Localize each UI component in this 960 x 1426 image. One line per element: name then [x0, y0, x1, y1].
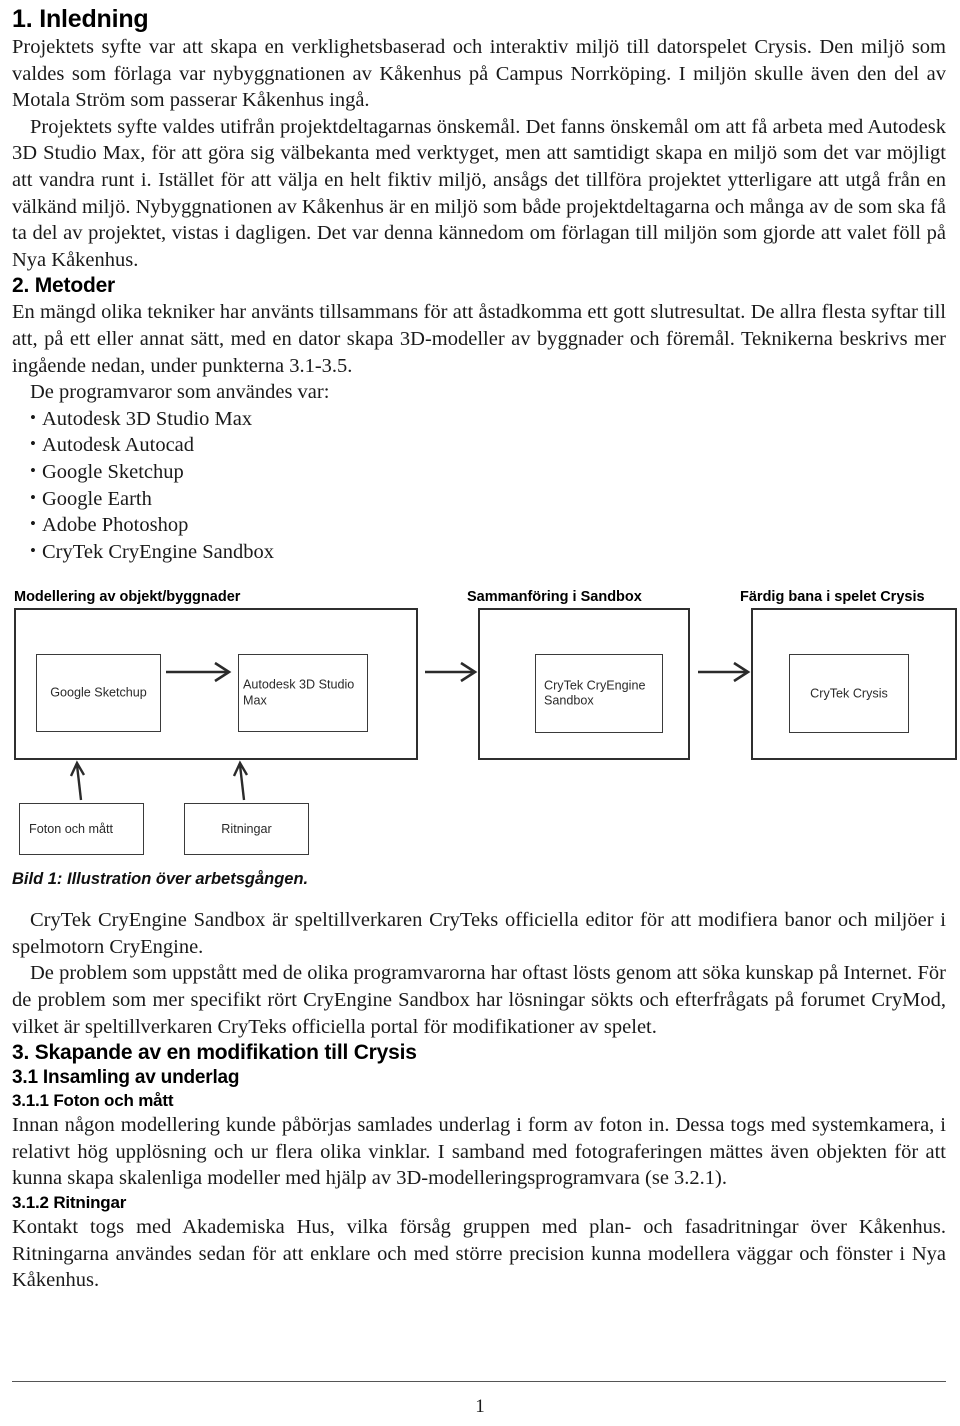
paragraph-metoder: En mängd olika tekniker har använts till… — [12, 301, 946, 377]
panel-label-modellering: Modellering av objekt/byggnader — [14, 589, 241, 606]
box-ritningar: Ritningar — [184, 803, 309, 856]
paragraph-sandbox-desc: CryTek CryEngine Sandbox är speltillverk… — [12, 909, 946, 958]
heading-inledning: 1. Inledning — [12, 5, 149, 33]
workflow-diagram: Modellering av objekt/byggnader Sammanfö… — [12, 589, 957, 867]
box-3ds-max: Autodesk 3D Studio Max — [238, 654, 368, 733]
heading-skapande: 3. Skapande av en modifikation till Crys… — [12, 1041, 417, 1065]
footer-divider — [12, 1381, 946, 1382]
program-list-lead: De programvaror som användes var: — [30, 381, 330, 404]
paragraph-problem: De problem som uppstått med de olika pro… — [12, 962, 946, 1038]
box-label: CryTek CryEngine Sandbox — [544, 678, 646, 708]
document-page: 1. Inledning Projektets syfte var att sk… — [0, 0, 960, 1426]
box-label: Autodesk 3D Studio Max — [243, 677, 355, 708]
paragraph-foton: Innan någon modellering kunde påbörjas s… — [12, 1114, 946, 1190]
paragraph-intro-2: Projektets syfte valdes utifrån projektd… — [12, 115, 946, 271]
paragraph-intro-1: Projektets syfte var att skapa en verkli… — [12, 36, 946, 112]
heading-foton-matt: 3.1.1 Foton och mått — [12, 1091, 174, 1111]
box-label: Google Sketchup — [50, 685, 147, 700]
panel-sammanforing: CryTek CryEngine Sandbox — [478, 608, 690, 761]
figure-caption: Bild 1: Illustration över arbetsgången. — [12, 870, 309, 889]
box-label: Ritningar — [221, 822, 272, 837]
list-item: Autodesk 3D Studio Max — [30, 405, 946, 433]
box-crytek-crysis: CryTek Crysis — [789, 654, 909, 734]
panel-label-sammanforing: Sammanföring i Sandbox — [467, 589, 642, 606]
box-foton-och-matt: Foton och mått — [19, 803, 144, 856]
box-label: Foton och mått — [29, 822, 113, 837]
box-google-sketchup: Google Sketchup — [36, 654, 161, 733]
list-item: Google Earth — [30, 485, 946, 513]
panel-label-fardig: Färdig bana i spelet Crysis — [740, 589, 925, 606]
list-item: Google Sketchup — [30, 458, 946, 486]
page-number: 1 — [475, 1396, 485, 1417]
box-cryengine-sandbox: CryTek CryEngine Sandbox — [535, 654, 663, 734]
paragraph-ritningar: Kontakt togs med Akademiska Hus, vilka f… — [12, 1216, 946, 1292]
list-item: Adobe Photoshop — [30, 511, 946, 539]
heading-ritningar: 3.1.2 Ritningar — [12, 1193, 127, 1213]
panel-fardig-bana: CryTek Crysis — [751, 608, 957, 761]
list-item: CryTek CryEngine Sandbox — [30, 538, 946, 566]
arrow-foton-up — [75, 765, 83, 801]
box-label: CryTek Crysis — [810, 686, 888, 701]
arrow-ritningar-up — [238, 765, 246, 801]
panel-modellering: Google Sketchup Autodesk 3D Studio Max — [14, 608, 418, 761]
list-item: Autodesk Autocad — [30, 431, 946, 459]
heading-metoder: 2. Metoder — [12, 274, 116, 298]
heading-insamling: 3.1 Insamling av underlag — [12, 1067, 240, 1089]
program-list: Autodesk 3D Studio Max Autodesk Autocad … — [12, 405, 946, 566]
